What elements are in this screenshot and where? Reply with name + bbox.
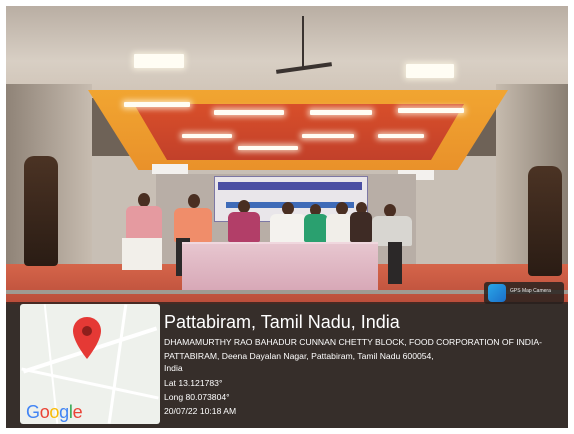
location-map: Google [20, 304, 160, 424]
person [350, 212, 372, 242]
ceiling-light [302, 134, 354, 138]
camera-badge-label: GPS Map Camera [510, 288, 551, 294]
google-logo-letter: e [72, 402, 83, 422]
person [228, 212, 260, 242]
google-logo-letter: o [39, 402, 50, 422]
person [270, 214, 306, 244]
location-title: Pattabiram, Tamil Nadu, India [164, 312, 400, 332]
ceiling-light [378, 134, 424, 138]
capture-datetime: 20/07/22 10:18 AM [164, 406, 237, 416]
stage-table [182, 242, 378, 292]
ceiling-light [238, 146, 298, 150]
person-head [138, 193, 150, 207]
map-road [21, 367, 159, 400]
ceiling-fan-rod [302, 16, 304, 68]
location-country: India [164, 363, 183, 373]
ceiling-light [406, 64, 454, 78]
google-logo-letter: g [59, 402, 69, 422]
person [174, 208, 212, 242]
ceiling-light [124, 102, 190, 107]
person-head [188, 194, 200, 208]
statue [24, 156, 58, 266]
person [304, 214, 328, 242]
person-dhoti [122, 238, 162, 270]
location-address: DHAMAMURTHY RAO BAHADUR CUNNAN CHETTY BL… [164, 337, 542, 361]
longitude-readout: Long 80.073804° [164, 392, 230, 402]
statue [528, 166, 562, 276]
ceiling-light [182, 134, 232, 138]
air-conditioner [152, 164, 188, 174]
photo-frame: GPS Map Camera Google Pattabiram, Tamil … [6, 6, 568, 428]
ceiling-light [214, 110, 284, 115]
gps-camera-badge: GPS Map Camera [484, 282, 564, 304]
google-logo: Google [26, 402, 83, 423]
map-road [107, 304, 128, 424]
person-legs [388, 242, 402, 284]
camera-app-icon [488, 284, 506, 302]
google-logo-letter: G [26, 402, 40, 422]
banner-stripe [218, 182, 362, 190]
google-logo-letter: o [49, 402, 60, 422]
ceiling-light [398, 108, 464, 113]
ceiling-light [310, 110, 372, 115]
latitude-readout: Lat 13.121783° [164, 378, 223, 388]
ceiling-light [134, 54, 184, 68]
map-pin-icon [73, 317, 101, 359]
